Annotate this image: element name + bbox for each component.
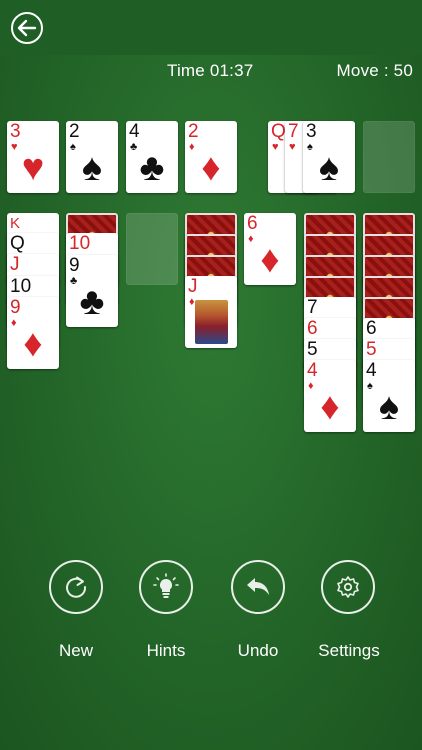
- tableau-empty-slot[interactable]: [126, 213, 178, 285]
- card-rank: 10: [69, 233, 91, 254]
- stock-pile-empty[interactable]: [363, 121, 415, 193]
- card-rank: J: [10, 254, 20, 275]
- undo-label: Undo: [237, 641, 279, 660]
- foundation-card-diamonds[interactable]: 2 ♦ ♦: [185, 121, 237, 193]
- card-rank: 4: [129, 121, 140, 142]
- card-rank: J: [188, 276, 198, 297]
- card-suit: ♥: [289, 141, 296, 153]
- card-rank: Q: [271, 121, 286, 142]
- tableau-card[interactable]: 4 ♦ ♦: [304, 360, 356, 432]
- move-counter: Move : 50: [336, 61, 413, 80]
- undo-icon: [247, 578, 269, 595]
- card-rank: 4: [307, 360, 318, 381]
- card-suit: ♦: [189, 296, 195, 308]
- card-rank: 2: [69, 121, 80, 142]
- diamond-icon: ♦: [260, 239, 280, 281]
- hints-button[interactable]: [139, 560, 193, 614]
- tableau-card[interactable]: 6 ♦ ♦: [244, 213, 296, 285]
- new-label: New: [58, 641, 93, 660]
- undo-button[interactable]: [231, 560, 285, 614]
- card-rank: Q: [10, 233, 25, 254]
- tableau-card[interactable]: J ♦: [185, 276, 237, 348]
- waste-top-card[interactable]: 3 ♠ ♠: [303, 121, 355, 193]
- card-rank: 7: [307, 297, 318, 318]
- card-rank: 5: [366, 339, 377, 360]
- hints-label: Hints: [146, 641, 186, 660]
- settings-button[interactable]: [321, 560, 375, 614]
- card-rank: 5: [307, 339, 318, 360]
- diamond-icon: ♦: [201, 147, 221, 189]
- card-rank: 3: [10, 121, 21, 142]
- heart-icon: ♥: [21, 147, 45, 189]
- new-game-button[interactable]: [49, 560, 103, 614]
- card-rank: 6: [247, 213, 258, 234]
- club-icon: ♣: [79, 281, 105, 323]
- jack-face-image: [195, 300, 228, 344]
- card-suit: ♥: [272, 141, 279, 153]
- spade-icon: ♠: [378, 386, 400, 428]
- club-icon: ♣: [139, 147, 165, 189]
- foundation-card-spades[interactable]: 2 ♠ ♠: [66, 121, 118, 193]
- arrow-left-icon: [17, 19, 37, 37]
- card-rank: 10: [10, 276, 32, 297]
- card-rank: 2: [188, 121, 199, 142]
- card-rank: 9: [10, 297, 21, 318]
- diamond-icon: ♦: [320, 386, 340, 428]
- foundation-card-hearts[interactable]: 3 ♥ ♥: [7, 121, 59, 193]
- refresh-icon: [66, 576, 87, 598]
- tableau-card[interactable]: 9 ♣ ♣: [66, 255, 118, 327]
- card-rank: 7: [288, 121, 299, 142]
- gear-icon: [337, 576, 359, 598]
- lightbulb-icon: [153, 573, 179, 598]
- spade-icon: ♠: [318, 147, 340, 189]
- back-button[interactable]: [11, 12, 43, 44]
- card-rank: 3: [306, 121, 317, 142]
- timer: Time 01:37: [167, 61, 254, 80]
- card-rank: 6: [307, 318, 318, 339]
- card-rank: 6: [366, 318, 377, 339]
- settings-label: Settings: [318, 641, 380, 660]
- card-rank: 4: [366, 360, 377, 381]
- top-bar: [0, 0, 422, 55]
- card-rank: K: [10, 215, 21, 232]
- card-rank: 9: [69, 255, 80, 276]
- diamond-icon: ♦: [23, 323, 43, 365]
- tableau-card[interactable]: 9 ♦ ♦: [7, 297, 59, 369]
- spade-icon: ♠: [81, 147, 103, 189]
- tableau-card[interactable]: 4 ♠ ♠: [363, 360, 415, 432]
- foundation-card-clubs[interactable]: 4 ♣ ♣: [126, 121, 178, 193]
